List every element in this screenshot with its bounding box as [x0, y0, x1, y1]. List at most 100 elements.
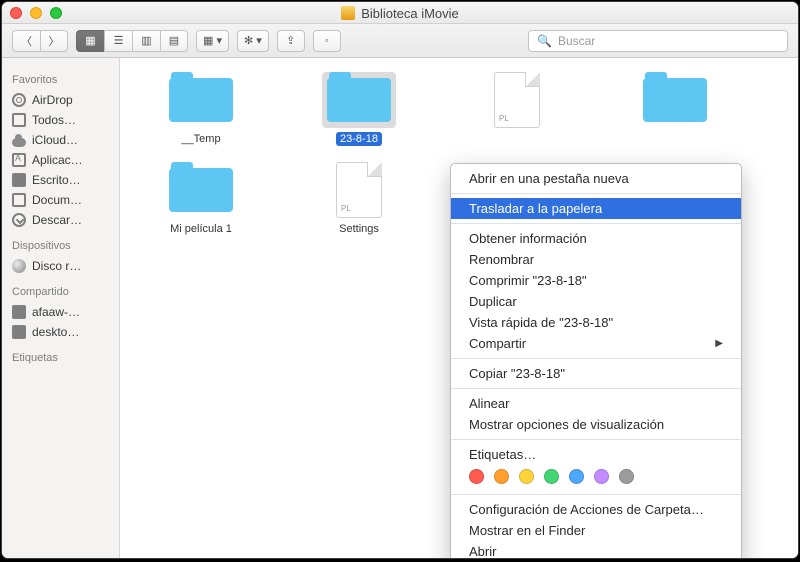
share-button[interactable]: ⇪ — [277, 30, 305, 52]
library-icon — [341, 6, 355, 20]
folder-icon — [164, 72, 238, 128]
search-icon: 🔍 — [537, 34, 552, 48]
grid-item-label — [671, 132, 679, 134]
view-icons-button[interactable]: ▦ — [76, 30, 104, 52]
grid-item-label: Mi película 1 — [166, 222, 236, 236]
search-field[interactable]: 🔍 Buscar — [528, 30, 788, 52]
finder-window: { "title": "Biblioteca iMovie", "search_… — [2, 2, 798, 558]
titlebar: Biblioteca iMovie — [2, 2, 798, 24]
context-menu-separator — [451, 358, 741, 359]
sidebar-item-icon — [12, 259, 26, 273]
close-window-icon[interactable] — [10, 7, 22, 19]
action-menu-button[interactable]: ✻ ▾ — [237, 30, 269, 52]
tags-button[interactable]: ◦ — [313, 30, 341, 52]
view-list-button[interactable]: ☰ — [104, 30, 132, 52]
grid-item[interactable]: Mi película 1 — [132, 162, 270, 236]
nav-back-forward: 〈 〉 — [12, 30, 68, 52]
sidebar-item[interactable]: afaaw-… — [2, 302, 119, 322]
grid-item-label: Settings — [335, 222, 383, 236]
context-menu-item[interactable]: Abrir en una pestaña nueva — [451, 168, 741, 189]
context-menu-item[interactable]: Compartir▶ — [451, 333, 741, 354]
grid-item[interactable]: Settings — [290, 162, 428, 236]
context-menu-separator — [451, 388, 741, 389]
main-area: FavoritosAirDropTodos…iCloud…Aplicac…Esc… — [2, 58, 798, 558]
forward-button[interactable]: 〉 — [40, 30, 68, 52]
tag-color-dot[interactable] — [594, 469, 609, 484]
sidebar-item-label: Docum… — [32, 193, 82, 207]
sidebar-item[interactable]: Docum… — [2, 190, 119, 210]
window-title-text: Biblioteca iMovie — [361, 6, 459, 21]
folder-icon — [638, 72, 712, 128]
sidebar-item[interactable]: Todos… — [2, 110, 119, 130]
grid-item[interactable] — [448, 72, 586, 146]
sidebar-item[interactable]: Escrito… — [2, 170, 119, 190]
sidebar-item-icon — [12, 173, 26, 187]
sidebar-item[interactable]: iCloud… — [2, 130, 119, 150]
context-menu-item[interactable]: Trasladar a la papelera — [451, 198, 741, 219]
context-menu-item[interactable]: Configuración de Acciones de Carpeta… — [451, 499, 741, 520]
grid-item[interactable]: 23-8-18 — [290, 72, 428, 146]
context-menu-separator — [451, 223, 741, 224]
folder-icon — [164, 162, 238, 218]
sidebar-item-icon — [12, 138, 26, 147]
tag-color-dot[interactable] — [494, 469, 509, 484]
sidebar-item[interactable]: Disco r… — [2, 256, 119, 276]
file-icon — [480, 72, 554, 128]
sidebar: FavoritosAirDropTodos…iCloud…Aplicac…Esc… — [2, 58, 120, 558]
sidebar-item-icon — [12, 325, 26, 339]
view-gallery-button[interactable]: ▤ — [160, 30, 188, 52]
context-menu-item[interactable]: Renombrar — [451, 249, 741, 270]
context-menu-separator — [451, 439, 741, 440]
context-menu-item[interactable]: Copiar "23-8-18" — [451, 363, 741, 384]
sidebar-group-header: Compartido — [2, 276, 119, 302]
sidebar-item-icon — [12, 93, 26, 107]
sidebar-item-label: deskto… — [32, 325, 79, 339]
context-menu-item[interactable]: Etiquetas… — [451, 444, 741, 465]
sidebar-item-label: iCloud… — [32, 133, 78, 147]
tag-color-dot[interactable] — [519, 469, 534, 484]
tag-color-dot[interactable] — [469, 469, 484, 484]
back-button[interactable]: 〈 — [12, 30, 40, 52]
sidebar-item-label: Todos… — [32, 113, 76, 127]
sidebar-item[interactable]: Aplicac… — [2, 150, 119, 170]
sidebar-item-label: Escrito… — [32, 173, 81, 187]
context-menu-separator — [451, 193, 741, 194]
context-menu-item[interactable]: Vista rápida de "23-8-18" — [451, 312, 741, 333]
view-columns-button[interactable]: ▥ — [132, 30, 160, 52]
traffic-lights — [10, 7, 62, 19]
file-icon — [322, 162, 396, 218]
context-menu-item[interactable]: Comprimir "23-8-18" — [451, 270, 741, 291]
sidebar-item[interactable]: Descar… — [2, 210, 119, 230]
context-menu-item[interactable]: Abrir — [451, 541, 741, 558]
context-menu-item[interactable]: Alinear — [451, 393, 741, 414]
zoom-window-icon[interactable] — [50, 7, 62, 19]
context-menu-item[interactable]: Obtener información — [451, 228, 741, 249]
sidebar-item[interactable]: deskto… — [2, 322, 119, 342]
context-menu[interactable]: Abrir en una pestaña nueva Trasladar a la… — [450, 163, 742, 558]
sidebar-item-icon — [12, 193, 26, 207]
grid-item-label: 23-8-18 — [336, 132, 382, 146]
tag-color-dot[interactable] — [544, 469, 559, 484]
sidebar-item-label: Disco r… — [32, 259, 81, 273]
search-placeholder: Buscar — [558, 34, 595, 48]
minimize-window-icon[interactable] — [30, 7, 42, 19]
sidebar-item-label: Descar… — [32, 213, 82, 227]
sidebar-item-label: AirDrop — [32, 93, 73, 107]
toolbar: 〈 〉 ▦ ☰ ▥ ▤ ▦ ▾ ✻ ▾ ⇪ ◦ 🔍 Buscar — [2, 24, 798, 58]
arrange-menu-button[interactable]: ▦ ▾ — [196, 30, 229, 52]
tag-color-dot[interactable] — [619, 469, 634, 484]
context-menu-item[interactable]: Duplicar — [451, 291, 741, 312]
sidebar-item[interactable]: AirDrop — [2, 90, 119, 110]
window-title: Biblioteca iMovie — [2, 2, 798, 24]
tag-color-dot[interactable] — [569, 469, 584, 484]
context-menu-item[interactable]: Mostrar opciones de visualización — [451, 414, 741, 435]
view-mode-switch: ▦ ☰ ▥ ▤ — [76, 30, 188, 52]
grid-item[interactable] — [606, 72, 744, 146]
sidebar-item-icon — [12, 113, 26, 127]
sidebar-item-icon — [12, 153, 26, 167]
context-menu-tag-colors — [451, 465, 741, 490]
grid-item[interactable]: __Temp — [132, 72, 270, 146]
grid-item-label — [513, 132, 521, 134]
content-area: __Temp 23-8-18 Mi película 1 Settings Abrir… — [120, 58, 798, 558]
context-menu-item[interactable]: Mostrar en el Finder — [451, 520, 741, 541]
